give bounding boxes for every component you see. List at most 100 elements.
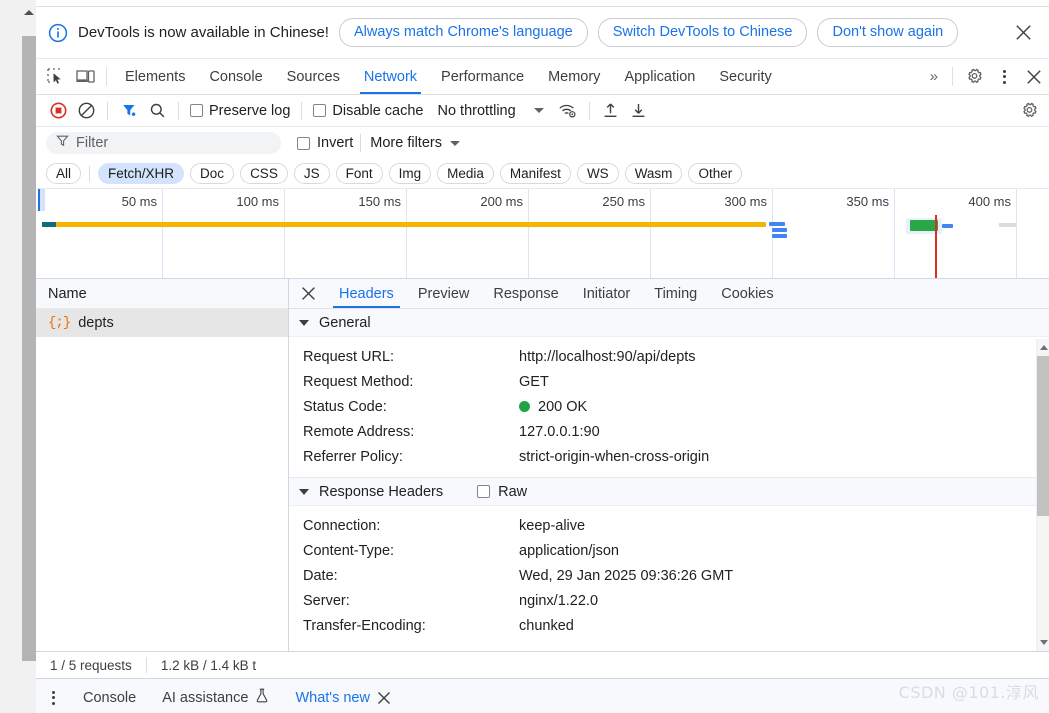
drawer-tab-ai-assistance[interactable]: AI assistance bbox=[149, 679, 282, 713]
details-tab-preview[interactable]: Preview bbox=[406, 279, 482, 308]
details-scrollbar-thumb[interactable] bbox=[1037, 356, 1049, 516]
chip-wasm[interactable]: Wasm bbox=[624, 163, 683, 184]
browser-scrollbar[interactable] bbox=[0, 0, 36, 713]
drawer-kebab-menu-icon[interactable] bbox=[36, 679, 70, 713]
timeline-tick-150ms: 150 ms bbox=[358, 194, 401, 209]
chip-other[interactable]: Other bbox=[688, 163, 743, 184]
tab-console[interactable]: Console bbox=[197, 59, 274, 94]
details-close-icon[interactable] bbox=[289, 279, 327, 308]
tab-performance[interactable]: Performance bbox=[429, 59, 536, 94]
tab-security[interactable]: Security bbox=[707, 59, 783, 94]
raw-checkbox[interactable] bbox=[477, 485, 491, 498]
wifi-settings-icon[interactable] bbox=[554, 98, 582, 124]
chip-media[interactable]: Media bbox=[437, 163, 494, 184]
banner-close-icon[interactable] bbox=[1009, 19, 1037, 47]
chevron-down-icon[interactable] bbox=[449, 140, 460, 146]
chip-doc[interactable]: Doc bbox=[190, 163, 235, 184]
invert-box[interactable] bbox=[297, 136, 310, 150]
status-requests-count: 1 / 5 requests bbox=[50, 657, 132, 673]
timeline-tick-100ms: 100 ms bbox=[236, 194, 279, 209]
kv-key: Request Method: bbox=[303, 373, 414, 390]
filter-funnel-icon[interactable] bbox=[115, 98, 143, 124]
devtools-panel: DevTools is now available in Chinese! Al… bbox=[36, 6, 1049, 713]
details-tab-timing[interactable]: Timing bbox=[642, 279, 709, 308]
kebab-menu-icon[interactable] bbox=[989, 59, 1019, 94]
overview-gray-bar bbox=[999, 223, 1016, 227]
kv-value: chunked bbox=[519, 617, 574, 634]
record-stop-icon[interactable] bbox=[44, 98, 72, 124]
tab-elements[interactable]: Elements bbox=[113, 59, 197, 94]
section-header-response-headers[interactable]: Response Headers Raw bbox=[289, 478, 1049, 506]
collapse-triangle-icon[interactable] bbox=[299, 488, 309, 495]
more-tabs-icon[interactable]: » bbox=[922, 59, 946, 94]
dont-show-again-button[interactable]: Don't show again bbox=[817, 17, 959, 48]
chip-fetch-xhr[interactable]: Fetch/XHR bbox=[98, 163, 185, 184]
tab-application[interactable]: Application bbox=[612, 59, 707, 94]
details-scrollbar[interactable] bbox=[1036, 339, 1049, 651]
clear-icon[interactable] bbox=[72, 98, 100, 124]
kv-row-server: Server: nginx/1.22.0 bbox=[289, 588, 1049, 613]
timeline-tick-300ms: 300 ms bbox=[724, 194, 767, 209]
drawer-tab-whats-new[interactable]: What's new bbox=[282, 679, 404, 713]
scroll-up-arrow-icon[interactable] bbox=[22, 5, 36, 19]
scrollbar-thumb[interactable] bbox=[22, 36, 36, 661]
throttling-select[interactable]: No throttling bbox=[427, 103, 519, 119]
network-overview-timeline[interactable]: 50 ms 100 ms 150 ms 200 ms 250 ms 300 ms… bbox=[36, 189, 1049, 279]
invert-checkbox[interactable]: Invert bbox=[297, 135, 353, 151]
drawer-tab-console[interactable]: Console bbox=[70, 679, 149, 713]
chip-css[interactable]: CSS bbox=[240, 163, 288, 184]
tab-sources[interactable]: Sources bbox=[275, 59, 352, 94]
details-tab-cookies[interactable]: Cookies bbox=[709, 279, 785, 308]
drawer-tab-close-icon[interactable] bbox=[377, 691, 391, 705]
table-row[interactable]: {;} depts bbox=[36, 309, 288, 337]
switch-to-chinese-button[interactable]: Switch DevTools to Chinese bbox=[597, 17, 808, 48]
toolbar-divider-2 bbox=[178, 101, 179, 120]
chevron-down-icon[interactable] bbox=[533, 108, 544, 113]
tab-memory[interactable]: Memory bbox=[536, 59, 612, 94]
kv-value: strict-origin-when-cross-origin bbox=[519, 448, 710, 465]
kv-key: Connection: bbox=[303, 517, 381, 534]
chip-ws[interactable]: WS bbox=[576, 163, 619, 184]
timeline-tick-350ms: 350 ms bbox=[846, 194, 889, 209]
disable-cache-box[interactable] bbox=[313, 104, 327, 117]
chip-font[interactable]: Font bbox=[335, 163, 383, 184]
kv-value: keep-alive bbox=[519, 517, 586, 534]
collapse-triangle-icon[interactable] bbox=[299, 319, 309, 326]
kv-key: Request URL: bbox=[303, 348, 395, 365]
search-icon[interactable] bbox=[143, 98, 171, 124]
inspect-element-icon[interactable] bbox=[40, 59, 70, 94]
kv-key: Transfer-Encoding: bbox=[303, 617, 426, 634]
always-match-language-button[interactable]: Always match Chrome's language bbox=[338, 17, 588, 48]
more-filters-dropdown[interactable]: More filters bbox=[370, 135, 460, 151]
details-tab-initiator[interactable]: Initiator bbox=[571, 279, 643, 308]
scroll-down-arrow-icon[interactable] bbox=[1037, 636, 1049, 649]
chip-all[interactable]: All bbox=[46, 163, 82, 184]
import-har-icon[interactable] bbox=[597, 98, 625, 124]
section-title-general: General bbox=[319, 314, 371, 331]
devtools-close-icon[interactable] bbox=[1019, 59, 1049, 94]
details-tab-headers[interactable]: Headers bbox=[327, 279, 406, 308]
network-settings-gear-icon[interactable] bbox=[1015, 98, 1043, 124]
flask-icon bbox=[255, 688, 269, 707]
filter-input[interactable]: Filter bbox=[46, 132, 281, 154]
gear-icon[interactable] bbox=[959, 59, 989, 94]
chip-manifest[interactable]: Manifest bbox=[499, 163, 571, 184]
preserve-log-checkbox[interactable]: Preserve log bbox=[186, 103, 294, 119]
details-tab-response[interactable]: Response bbox=[481, 279, 570, 308]
screenshot-root: DevTools is now available in Chinese! Al… bbox=[0, 0, 1049, 713]
chip-img[interactable]: Img bbox=[388, 163, 432, 184]
tab-network[interactable]: Network bbox=[352, 59, 429, 94]
device-toolbar-icon[interactable] bbox=[70, 59, 100, 94]
scroll-up-arrow-icon[interactable] bbox=[1037, 341, 1049, 354]
raw-toggle[interactable]: Raw bbox=[477, 484, 527, 500]
chip-js[interactable]: JS bbox=[293, 163, 330, 184]
section-header-general[interactable]: General bbox=[289, 309, 1049, 337]
kv-value: nginx/1.22.0 bbox=[519, 592, 599, 609]
disable-cache-checkbox[interactable]: Disable cache bbox=[309, 103, 427, 119]
filter-funnel-small-icon bbox=[56, 134, 69, 152]
preserve-log-box[interactable] bbox=[190, 104, 203, 117]
request-list-header[interactable]: Name bbox=[36, 279, 288, 309]
export-har-icon[interactable] bbox=[625, 98, 653, 124]
request-list-empty-area bbox=[36, 337, 288, 651]
timeline-left-handle[interactable] bbox=[38, 189, 45, 211]
